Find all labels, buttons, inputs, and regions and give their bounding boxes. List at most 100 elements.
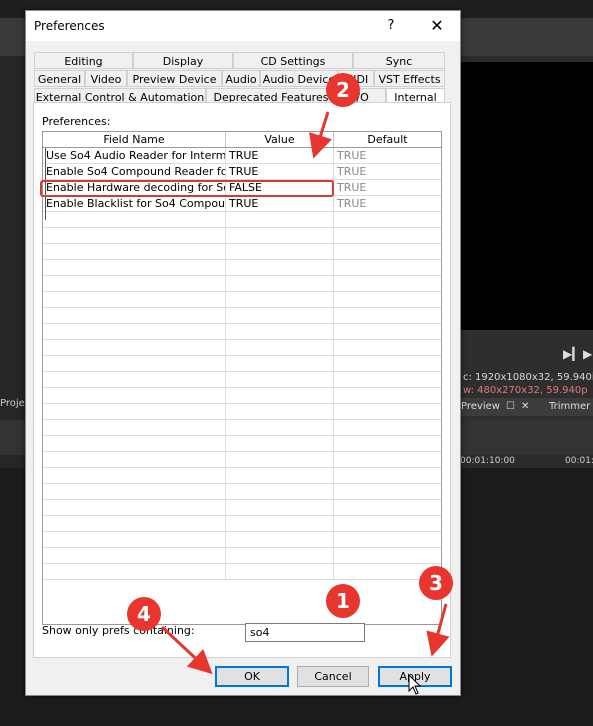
table-row	[43, 532, 441, 548]
cell-field-name	[43, 276, 226, 292]
play-icon[interactable]: ▶▎	[563, 347, 581, 361]
dialog-title: Preferences	[34, 19, 105, 33]
table-row	[43, 228, 441, 244]
cell-field-name	[43, 244, 226, 260]
tab-trimmer[interactable]: Trimmer	[549, 401, 590, 412]
filter-input[interactable]	[245, 623, 365, 642]
tab-general[interactable]: General	[34, 70, 85, 87]
table-row[interactable]: Use So4 Audio Reader for Interme… TRUE TRU…	[43, 148, 441, 164]
table-row	[43, 276, 441, 292]
highlight-box	[40, 180, 334, 197]
project-tab-label[interactable]: Proje	[0, 398, 25, 409]
tab-cd-settings[interactable]: CD Settings	[233, 52, 353, 69]
cell-default	[334, 292, 441, 308]
cancel-button[interactable]: Cancel	[297, 666, 369, 687]
table-row	[43, 372, 441, 388]
cell-default	[334, 516, 441, 532]
cell-value	[226, 308, 334, 324]
cell-field-name	[43, 500, 226, 516]
annotation-badge-3: 3	[419, 566, 453, 600]
tab-audio[interactable]: Audio	[222, 70, 260, 87]
cell-default	[334, 276, 441, 292]
table-row[interactable]: Enable Blacklist for So4 Compound…TRUETR…	[43, 196, 441, 212]
table-row	[43, 436, 441, 452]
cell-default	[334, 388, 441, 404]
play-next-icon[interactable]: ▶	[583, 347, 592, 361]
cell-field-name	[43, 324, 226, 340]
column-header-value[interactable]: Value	[226, 132, 334, 147]
cell-value	[226, 292, 334, 308]
cell-field-name	[43, 404, 226, 420]
table-row	[43, 564, 441, 580]
cell-field-name	[43, 228, 226, 244]
cell-default	[334, 324, 441, 340]
tab-video[interactable]: Video	[85, 70, 127, 87]
tab-preview[interactable]: Preview	[461, 401, 500, 412]
table-row	[43, 404, 441, 420]
close-tab-icon[interactable]: ✕	[521, 401, 529, 412]
cell-default	[334, 228, 441, 244]
cell-default	[334, 340, 441, 356]
tab-editing[interactable]: Editing	[34, 52, 133, 69]
close-button[interactable]: ✕	[424, 14, 450, 38]
annotation-badge-2: 2	[326, 73, 360, 107]
timecode-label: 00:01:10:00	[460, 456, 515, 466]
cell-value	[226, 340, 334, 356]
cell-field-name	[43, 532, 226, 548]
preferences-grid: Field Name Value Default Use So4 Audio R…	[42, 131, 442, 625]
table-row	[43, 388, 441, 404]
project-format-text: c: 1920x1080x32, 59.940i	[463, 372, 593, 383]
preview-format-text: w: 480x270x32, 59.940p	[463, 385, 588, 396]
table-row	[43, 212, 441, 228]
filter-label: Show only prefs containing:	[42, 624, 195, 637]
cell-value	[226, 532, 334, 548]
cell-value	[226, 468, 334, 484]
cell-default	[334, 212, 441, 228]
cell-field-name	[43, 548, 226, 564]
cell-default	[334, 436, 441, 452]
cell-default	[334, 548, 441, 564]
cell-value	[226, 548, 334, 564]
cell-field-name	[43, 356, 226, 372]
cell-value	[226, 404, 334, 420]
cell-value	[226, 228, 334, 244]
cell-default	[334, 532, 441, 548]
cell-value	[226, 212, 334, 228]
table-row	[43, 308, 441, 324]
table-row	[43, 548, 441, 564]
cell-field-name: Enable So4 Compound Reader for …	[43, 164, 226, 180]
cell-value[interactable]: TRUE	[226, 164, 334, 180]
video-preview-area	[459, 62, 593, 330]
cell-field-name	[43, 468, 226, 484]
maximize-icon[interactable]: ☐	[506, 401, 515, 412]
cell-default	[334, 452, 441, 468]
ok-button[interactable]: OK	[215, 666, 289, 687]
cell-field-name	[43, 260, 226, 276]
table-row	[43, 244, 441, 260]
tab-vst-effects[interactable]: VST Effects	[374, 70, 445, 87]
cell-value[interactable]: TRUE	[226, 148, 334, 164]
cell-default	[334, 356, 441, 372]
help-button[interactable]: ?	[378, 14, 404, 38]
cell-value	[226, 372, 334, 388]
cell-default	[334, 260, 441, 276]
column-header-default[interactable]: Default	[334, 132, 441, 147]
tab-sync[interactable]: Sync	[353, 52, 445, 69]
table-row	[43, 356, 441, 372]
tab-preview-device[interactable]: Preview Device	[127, 70, 222, 87]
cell-default: TRUE	[337, 165, 367, 178]
cell-value[interactable]: TRUE	[226, 196, 334, 212]
timecode-label: 00:01:2	[565, 456, 593, 466]
table-row[interactable]: Enable So4 Compound Reader for …TRUETRUE	[43, 164, 441, 180]
cell-value	[226, 564, 334, 580]
cell-field-name	[43, 308, 226, 324]
cell-default	[334, 484, 441, 500]
column-header-field-name[interactable]: Field Name	[43, 132, 226, 147]
table-row	[43, 500, 441, 516]
annotation-badge-1: 1	[326, 584, 360, 618]
table-row	[43, 484, 441, 500]
mouse-cursor-icon	[408, 674, 422, 695]
cell-field-name	[43, 292, 226, 308]
tab-display[interactable]: Display	[133, 52, 233, 69]
table-row	[43, 420, 441, 436]
